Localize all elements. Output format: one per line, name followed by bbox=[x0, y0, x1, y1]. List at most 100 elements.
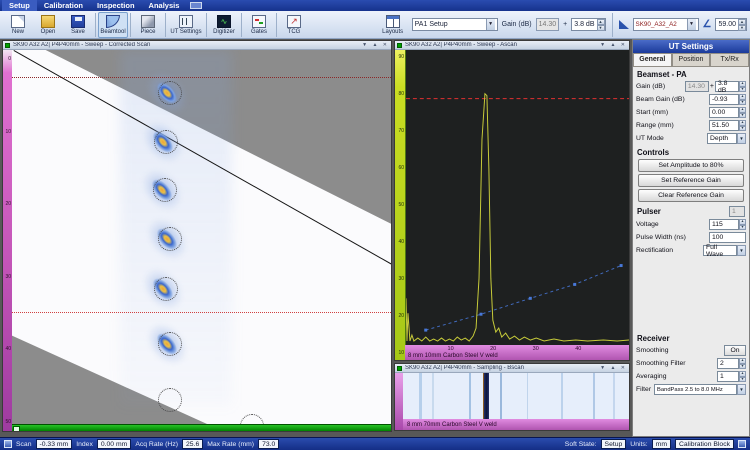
tcg-button[interactable]: ↗ TCG bbox=[279, 12, 309, 38]
smoothing-toggle[interactable]: On bbox=[724, 345, 746, 356]
tcg-points bbox=[424, 264, 622, 332]
sdh-marker-circle bbox=[158, 388, 182, 412]
view-status-square bbox=[397, 43, 402, 48]
gates-button[interactable]: Gates bbox=[244, 12, 274, 38]
bscan-streak bbox=[419, 373, 422, 419]
clear-reference-gain-button[interactable]: Clear Reference Gain bbox=[638, 189, 744, 202]
layouts-button[interactable]: Layouts bbox=[378, 12, 408, 38]
smoothing-filter-field[interactable]: 2 bbox=[717, 358, 739, 369]
tcg-button-label: TCG bbox=[288, 29, 301, 35]
averaging-field[interactable]: 1 bbox=[717, 371, 739, 382]
spinner-arrows-icon[interactable]: ▲▼ bbox=[739, 81, 746, 92]
sdh-marker-circle bbox=[153, 178, 177, 202]
range-field[interactable]: 51.50 bbox=[709, 120, 739, 131]
probe-wedge-icon bbox=[619, 20, 629, 29]
bscan-view-titlebar[interactable]: SK90 A32 A2| P4P40mm - Sampling - Bscan … bbox=[395, 364, 629, 373]
spinner-arrows-icon[interactable]: ▲▼ bbox=[739, 94, 746, 105]
units-value: mm bbox=[652, 439, 671, 449]
spinner-arrows-icon[interactable]: ▲▼ bbox=[739, 371, 746, 382]
spinner-arrows-icon[interactable]: ▲▼ bbox=[739, 120, 746, 131]
ruler-label: 50 bbox=[395, 202, 405, 208]
rectification-row: Rectification Full Wave ▼ bbox=[633, 244, 749, 257]
start-row: Start (mm) 0.00 ▲▼ bbox=[633, 106, 749, 119]
view-window-icons[interactable]: ▼ ▲ ✕ bbox=[362, 42, 389, 48]
smoothing-filter-row: Smoothing Filter 2 ▲▼ bbox=[633, 357, 749, 370]
sliders-icon bbox=[179, 15, 193, 28]
chevron-down-icon[interactable]: ▼ bbox=[737, 384, 746, 395]
filter-dropdown[interactable]: BandPass 2.5 to 8.0 MHz bbox=[654, 384, 737, 395]
sdh-marker-circle bbox=[154, 277, 178, 301]
beamtool-button[interactable]: Beamtool bbox=[98, 12, 128, 38]
ruler-label: 10 bbox=[3, 129, 12, 135]
chevron-down-icon[interactable]: ▼ bbox=[737, 245, 746, 256]
tab-general[interactable]: General bbox=[633, 53, 672, 66]
menu-analysis[interactable]: Analysis bbox=[142, 0, 187, 11]
spinner-arrows-icon[interactable]: ▲▼ bbox=[738, 19, 746, 30]
gain-offset-stepper[interactable]: 3.8 dB ▲▼ bbox=[571, 18, 605, 31]
piece-block-icon bbox=[141, 15, 155, 28]
gain-label: Gain (dB) bbox=[636, 83, 685, 90]
menu-calibration[interactable]: Calibration bbox=[37, 0, 90, 11]
spinner-arrows-icon[interactable]: ▲▼ bbox=[597, 19, 605, 30]
window-layout-icon[interactable] bbox=[190, 2, 202, 9]
set-amplitude-button[interactable]: Set Amplitude to 80% bbox=[638, 159, 744, 172]
gate-line-red[interactable] bbox=[12, 312, 391, 313]
view-window-icons[interactable]: ▼ ▲ ✕ bbox=[600, 365, 627, 371]
gain-offset-field[interactable]: 3.8 dB bbox=[715, 81, 739, 92]
new-button[interactable]: New bbox=[3, 12, 33, 38]
tab-txrx[interactable]: Tx/Rx bbox=[710, 53, 749, 66]
voltage-row: Voltage 115 ▲▼ bbox=[633, 218, 749, 231]
probe-dropdown[interactable]: SK90_A32_A2 ▼ bbox=[633, 18, 699, 31]
angle-stepper[interactable]: 59.00 ▲▼ bbox=[715, 18, 747, 31]
scan-axis-bar[interactable] bbox=[12, 424, 391, 431]
view-status-square bbox=[397, 366, 402, 371]
menu-setup[interactable]: Setup bbox=[2, 0, 37, 11]
ascan-view-titlebar[interactable]: SK90 A32 A2| P4P40mm - Sweep - Ascan ▼ ▲… bbox=[395, 41, 629, 50]
start-field[interactable]: 0.00 bbox=[709, 107, 739, 118]
sector-view-titlebar[interactable]: SK90 A32 A2| P4P40mm - Sweep - Corrected… bbox=[3, 41, 391, 50]
view-window-icons[interactable]: ▼ ▲ ✕ bbox=[600, 42, 627, 48]
ruler-label: 30 bbox=[395, 276, 405, 282]
ut-mode-label: UT Mode bbox=[636, 135, 707, 142]
gates-button-label: Gates bbox=[251, 29, 267, 35]
gain-row: Gain (dB) 14.30 + 3.8 dB ▲▼ bbox=[633, 80, 749, 93]
bscan-plot[interactable] bbox=[403, 373, 629, 419]
save-button[interactable]: Save bbox=[63, 12, 93, 38]
chevron-down-icon: ▼ bbox=[687, 19, 696, 30]
pulse-width-field[interactable]: 100 bbox=[709, 232, 746, 243]
ruler-label: 40 bbox=[3, 346, 12, 352]
bscan-left-ruler bbox=[395, 373, 403, 430]
calibration-block-button[interactable]: Calibration Block bbox=[675, 439, 734, 449]
spinner-arrows-icon[interactable]: ▲▼ bbox=[739, 358, 746, 369]
layout-preset-dropdown[interactable]: PA1 Setup ▼ bbox=[412, 18, 498, 31]
rectification-dropdown[interactable]: Full Wave bbox=[703, 245, 737, 256]
gate-line-red[interactable] bbox=[12, 77, 391, 78]
piece-button[interactable]: Piece bbox=[133, 12, 163, 38]
layouts-icon bbox=[386, 15, 400, 28]
ut-mode-dropdown[interactable]: Depth bbox=[707, 133, 737, 144]
set-reference-gain-button[interactable]: Set Reference Gain bbox=[638, 174, 744, 187]
bscan-view: SK90 A32 A2| P4P40mm - Sampling - Bscan … bbox=[394, 363, 630, 431]
ascan-plot[interactable] bbox=[405, 50, 629, 345]
bscan-streak bbox=[432, 373, 434, 419]
statusbar: Scan -0.33 mm Index 0.00 mm Acq Rate (Hz… bbox=[0, 437, 750, 450]
ruler-label: 70 bbox=[395, 128, 405, 134]
range-row: Range (mm) 51.50 ▲▼ bbox=[633, 119, 749, 132]
voltage-field[interactable]: 115 bbox=[709, 219, 739, 230]
chevron-down-icon[interactable]: ▼ bbox=[737, 133, 746, 144]
spinner-arrows-icon[interactable]: ▲▼ bbox=[739, 107, 746, 118]
gain-label: Gain (dB) bbox=[502, 21, 532, 28]
toolbar-separator bbox=[612, 13, 613, 37]
open-button[interactable]: Open bbox=[33, 12, 63, 38]
tab-position[interactable]: Position bbox=[672, 53, 711, 66]
menu-inspection[interactable]: Inspection bbox=[90, 0, 142, 11]
beam-gain-field[interactable]: -0.93 bbox=[709, 94, 739, 105]
sector-scan-canvas[interactable] bbox=[12, 50, 391, 424]
start-label: Start (mm) bbox=[636, 109, 709, 116]
sector-depth-ruler: 0 10 20 30 40 50 bbox=[3, 50, 12, 431]
ut-settings-button[interactable]: UT Settings bbox=[168, 12, 204, 38]
spinner-arrows-icon[interactable]: ▲▼ bbox=[739, 219, 746, 230]
digitizer-button[interactable]: ∿ Digitizer bbox=[209, 12, 239, 38]
open-folder-icon bbox=[41, 15, 55, 28]
pulser-number-field[interactable]: 1 bbox=[729, 206, 745, 217]
